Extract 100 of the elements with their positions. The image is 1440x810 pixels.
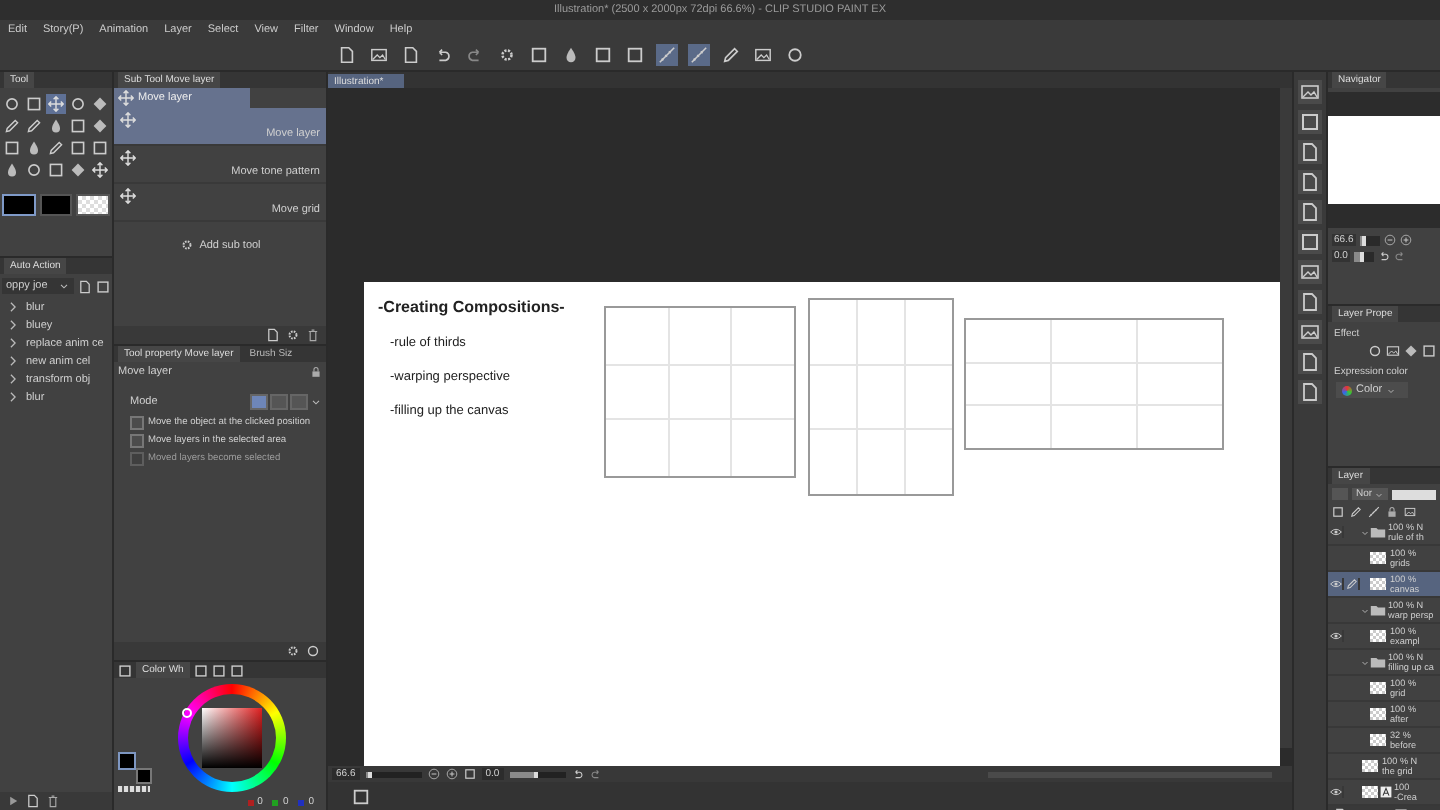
tool-button[interactable]	[68, 94, 88, 114]
tool-button[interactable]	[2, 138, 22, 158]
page-icon[interactable]	[78, 279, 92, 293]
square-icon[interactable]	[528, 43, 550, 65]
page-icon[interactable]	[1298, 170, 1322, 194]
tool-button[interactable]	[24, 116, 44, 136]
minus-icon[interactable]	[427, 768, 440, 780]
color-swatch[interactable]	[2, 194, 36, 216]
redo-icon[interactable]	[589, 768, 602, 780]
letter-a-icon	[1380, 786, 1392, 798]
eye-icon[interactable]	[1329, 630, 1341, 642]
transparent-swatch[interactable]	[118, 786, 150, 792]
tool-button[interactable]	[24, 138, 44, 158]
tool-button[interactable]	[46, 138, 66, 158]
tool-button[interactable]	[24, 160, 44, 180]
page-icon[interactable]	[26, 794, 40, 808]
minus-icon[interactable]	[1383, 234, 1396, 246]
tool-button[interactable]	[46, 94, 66, 114]
vertical-scrollbar[interactable]	[1280, 88, 1292, 748]
square-icon[interactable]	[463, 768, 476, 780]
tool-button[interactable]	[68, 116, 88, 136]
hue-handle[interactable]	[182, 708, 192, 718]
checkbox[interactable]	[130, 416, 144, 430]
tool-button[interactable]	[24, 94, 44, 114]
navigator-slider[interactable]	[1359, 235, 1366, 245]
circle-icon[interactable]	[784, 43, 806, 65]
tool-button[interactable]	[90, 116, 110, 136]
page-icon[interactable]	[266, 328, 280, 342]
color-swatch[interactable]	[76, 194, 111, 216]
page-icon[interactable]	[1298, 350, 1322, 374]
canvas-heading: -Creating Compositions-	[378, 298, 567, 316]
picture-icon[interactable]	[368, 43, 390, 65]
tool-button[interactable]	[68, 138, 88, 158]
circle-icon	[26, 162, 42, 178]
opacity-slider[interactable]	[1392, 489, 1436, 499]
pen-icon[interactable]	[1350, 506, 1362, 518]
circle-icon[interactable]	[306, 644, 320, 658]
square-icon[interactable]	[1332, 506, 1344, 518]
plus-icon[interactable]	[1399, 234, 1412, 246]
square-icon[interactable]	[229, 664, 244, 678]
eye-icon[interactable]	[1329, 786, 1341, 798]
move-arrows-icon	[118, 90, 134, 106]
diamond-icon[interactable]	[1404, 344, 1418, 358]
tool-button[interactable]	[90, 138, 110, 158]
square-icon[interactable]	[1422, 344, 1436, 358]
eye-icon[interactable]	[1329, 526, 1341, 538]
square-icon[interactable]	[624, 43, 646, 65]
square-icon[interactable]	[1298, 230, 1322, 254]
picture-icon[interactable]	[1386, 344, 1400, 358]
page-icon[interactable]	[336, 43, 358, 65]
tool-button[interactable]	[68, 160, 88, 180]
circle-icon[interactable]	[1368, 344, 1382, 358]
square-icon[interactable]	[211, 664, 226, 678]
redo-icon[interactable]	[1393, 250, 1406, 262]
saturation-value-square[interactable]	[202, 708, 262, 768]
trash-icon[interactable]	[306, 328, 320, 342]
picture-icon[interactable]	[1298, 260, 1322, 284]
rotation-slider[interactable]	[509, 771, 538, 777]
picture-icon[interactable]	[1404, 506, 1416, 518]
picture-icon[interactable]	[1298, 80, 1322, 104]
picture-icon[interactable]	[1298, 320, 1322, 344]
tool-button[interactable]	[90, 160, 110, 180]
square-icon[interactable]	[118, 664, 132, 678]
pen-icon[interactable]	[720, 43, 742, 65]
tool-button[interactable]	[2, 160, 22, 180]
page-icon[interactable]	[1298, 290, 1322, 314]
square-icon[interactable]	[352, 787, 370, 805]
undo-icon[interactable]	[1377, 250, 1390, 262]
color-swatch[interactable]	[39, 194, 73, 216]
layer-thumbnail	[1370, 630, 1386, 642]
tool-button[interactable]	[46, 116, 66, 136]
tool-button[interactable]	[2, 94, 22, 114]
navigator-slider[interactable]	[1353, 251, 1364, 261]
color-circles-icon	[1342, 385, 1352, 395]
checkbox[interactable]	[130, 434, 144, 448]
lock-icon[interactable]	[310, 366, 322, 378]
tool-button[interactable]	[2, 116, 22, 136]
plus-icon[interactable]	[445, 768, 458, 780]
page-icon[interactable]	[1298, 380, 1322, 404]
lock-icon[interactable]	[1386, 506, 1398, 518]
hue-ring[interactable]	[178, 684, 286, 792]
page-icon[interactable]	[1298, 140, 1322, 164]
square-icon[interactable]	[592, 43, 614, 65]
page-icon[interactable]	[1298, 200, 1322, 224]
caret-icon[interactable]	[310, 396, 322, 408]
square-icon[interactable]	[96, 279, 110, 293]
picture-icon[interactable]	[752, 43, 774, 65]
eye-icon[interactable]	[1329, 578, 1341, 590]
tool-button[interactable]	[46, 160, 66, 180]
square-icon[interactable]	[193, 664, 208, 678]
square-icon[interactable]	[1298, 110, 1322, 134]
tool-button[interactable]	[90, 94, 110, 114]
page-icon[interactable]	[400, 43, 422, 65]
circle-icon	[4, 96, 20, 112]
zoom-slider[interactable]	[365, 771, 373, 777]
main-color-swatch[interactable]	[118, 752, 136, 770]
play-icon[interactable]	[6, 794, 20, 808]
sub-color-swatch[interactable]	[136, 768, 152, 784]
undo-icon[interactable]	[571, 768, 584, 780]
trash-icon[interactable]	[46, 794, 60, 808]
